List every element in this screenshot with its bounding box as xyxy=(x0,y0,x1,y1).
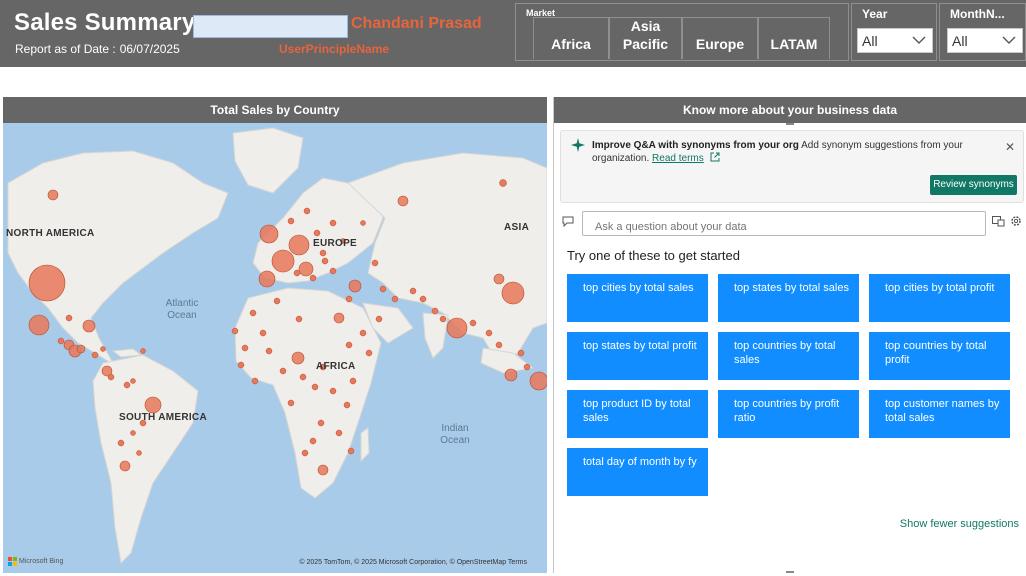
show-synonyms-icon[interactable] xyxy=(992,216,1005,227)
bing-logo: Microsoft Bing xyxy=(8,557,63,566)
read-terms-link[interactable]: Read terms xyxy=(652,153,704,164)
bubble-turkey xyxy=(348,279,362,293)
year-slicer: Year All xyxy=(851,3,937,61)
continent-label-europe: EUROPE xyxy=(313,238,358,249)
bubble-philippines xyxy=(529,371,547,391)
page-title: Sales Summary xyxy=(14,9,196,36)
user-name: Chandani Prasad xyxy=(351,15,482,32)
bubble-nigeria xyxy=(291,351,305,365)
external-link-icon[interactable] xyxy=(710,152,720,162)
bubble-usa xyxy=(28,264,66,302)
report-date-value: 06/07/2025 xyxy=(119,42,180,56)
bubble-egypt xyxy=(333,312,345,324)
bubble-china xyxy=(501,281,525,305)
suggestion-button[interactable]: top cities by total sales xyxy=(567,274,708,322)
show-fewer-suggestions-link[interactable]: Show fewer suggestions xyxy=(900,518,1019,530)
chevron-down-icon xyxy=(1002,36,1016,44)
year-dropdown[interactable]: All xyxy=(857,28,933,53)
qa-title: Know more about your business data xyxy=(554,97,1026,123)
sparkle-icon xyxy=(571,138,585,152)
map-title: Total Sales by Country xyxy=(3,97,547,123)
month-slicer-label: MonthN... xyxy=(950,7,1005,21)
map-attribution[interactable]: © 2025 TomTom, © 2025 Microsoft Corporat… xyxy=(299,559,527,566)
bubble-brazil xyxy=(144,396,162,414)
suggestion-button[interactable]: top countries by profit ratio xyxy=(718,390,859,438)
bubble-france xyxy=(271,249,295,273)
bubble-mexico xyxy=(28,314,50,336)
bubble-italy xyxy=(298,261,314,277)
bubble-spain xyxy=(258,270,276,288)
suggestion-button[interactable]: top countries by total profit xyxy=(869,332,1010,380)
microsoft-logo-icon xyxy=(8,557,17,566)
market-option-asia-pacific[interactable]: Asia Pacific xyxy=(609,17,682,59)
chat-bubble-icon[interactable] xyxy=(562,216,574,227)
continent-label-africa: AFRICA xyxy=(316,361,356,372)
chevron-down-icon xyxy=(912,36,926,44)
ask-question-input[interactable] xyxy=(582,211,986,236)
continent-label-south-america: SOUTH AMERICA xyxy=(119,412,207,423)
try-suggestions-heading: Try one of these to get started xyxy=(567,248,740,263)
bubble-cuba xyxy=(82,319,96,333)
review-synonyms-button[interactable]: Review synonyms xyxy=(930,175,1017,195)
bubble-canada xyxy=(47,189,59,201)
user-principle-name: UserPrincipleName xyxy=(279,42,390,56)
bubble-south-africa xyxy=(317,464,329,476)
bubble-argentina xyxy=(119,460,131,472)
bubble-russia xyxy=(397,195,409,207)
suggestion-button[interactable]: top states by total sales xyxy=(718,274,859,322)
tip-bold-text: Improve Q&A with synonyms from your org xyxy=(592,140,799,151)
year-slicer-label: Year xyxy=(862,7,888,21)
year-dropdown-value: All xyxy=(862,33,878,49)
bubble-el-salvador xyxy=(76,344,86,354)
bubble-uk xyxy=(259,224,279,244)
market-option-latam[interactable]: LATAM xyxy=(758,17,830,59)
suggestion-button[interactable]: top states by total profit xyxy=(567,332,708,380)
bubble-indonesia xyxy=(504,368,518,382)
continent-label-north-america: NORTH AMERICA xyxy=(6,228,95,239)
market-option-africa[interactable]: Africa xyxy=(533,17,609,59)
month-dropdown[interactable]: All xyxy=(947,28,1023,53)
suggestion-button[interactable]: top countries by total sales xyxy=(718,332,859,380)
ocean-label-atlantic: Atlantic Ocean xyxy=(165,298,199,321)
month-dropdown-value: All xyxy=(952,33,968,49)
suggestion-button[interactable]: total day of month by fy xyxy=(567,448,708,496)
report-date-label: Report as of Date : xyxy=(15,42,116,56)
bubble-germany xyxy=(288,234,310,256)
gear-icon[interactable] xyxy=(1010,215,1022,227)
tip-text: Improve Q&A with synonyms from your org … xyxy=(592,139,992,165)
report-header: Sales Summary Report as of Date :06/07/2… xyxy=(0,0,1026,67)
suggestion-button[interactable]: top cities by total profit xyxy=(869,274,1010,322)
qa-visual: Know more about your business data Impro… xyxy=(553,97,1026,573)
close-icon[interactable]: ✕ xyxy=(1005,140,1015,154)
suggestion-button[interactable]: top product ID by total sales xyxy=(567,390,708,438)
resize-handle-bottom[interactable] xyxy=(786,571,794,573)
continent-label-asia: ASIA xyxy=(504,222,530,233)
resize-handle-top[interactable] xyxy=(786,123,794,125)
world-map[interactable] xyxy=(3,123,547,573)
bubble-australia xyxy=(493,273,505,285)
ocean-label-indian: Indian Ocean xyxy=(440,423,470,446)
bing-label: Microsoft Bing xyxy=(19,558,64,565)
month-slicer: MonthN... All xyxy=(939,3,1026,61)
bubble-india xyxy=(446,317,468,339)
synonym-tip-banner: Improve Q&A with synonyms from your org … xyxy=(560,130,1024,203)
map-visual[interactable]: Total Sales by Country NORTH AMERICA EUR… xyxy=(3,97,547,573)
suggestion-button[interactable]: top customer names by total sales xyxy=(869,390,1010,438)
market-option-europe[interactable]: Europe xyxy=(682,17,758,59)
report-date-line: Report as of Date :06/07/2025 xyxy=(15,42,180,56)
user-name-box xyxy=(193,15,348,38)
